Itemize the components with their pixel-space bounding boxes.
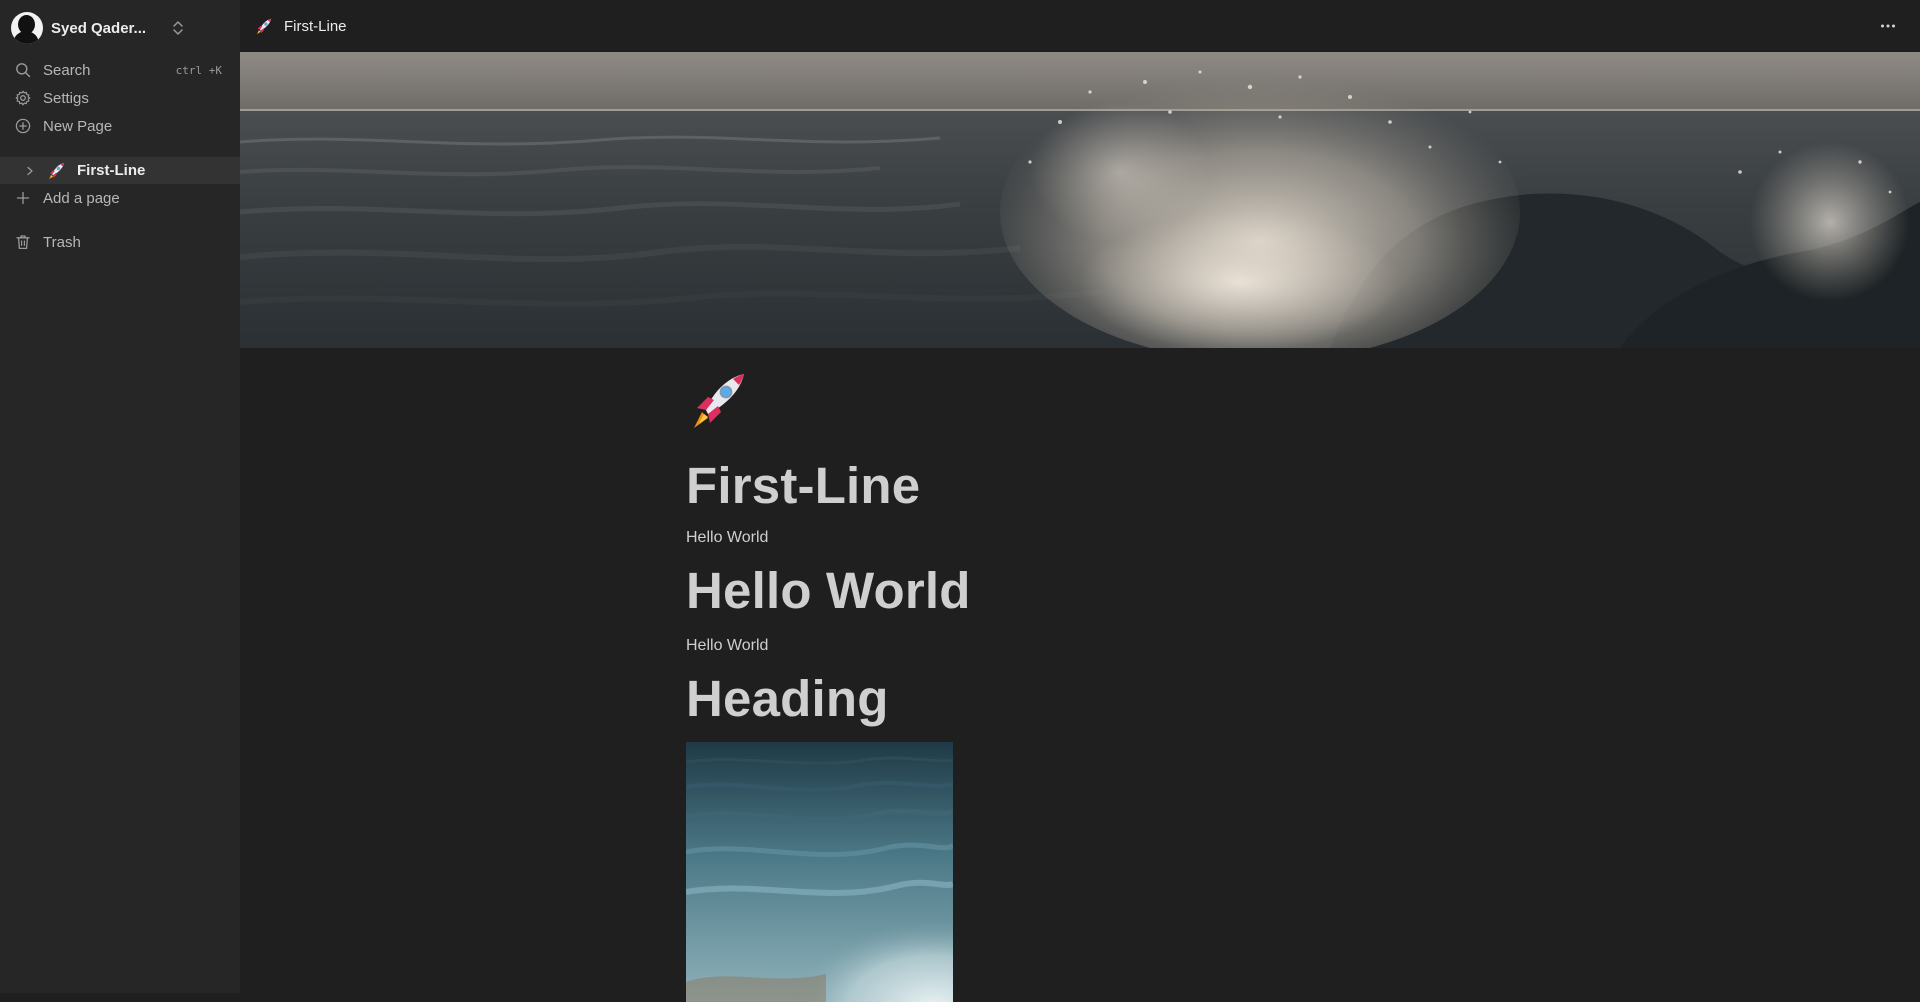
trash-icon [15,234,31,250]
sidebar-item-label: Search [43,61,91,79]
sidebar-item-add-page[interactable]: Add a page [0,185,240,211]
page-title[interactable]: First-Line [686,456,920,515]
search-icon [15,62,31,78]
gear-icon [15,90,31,106]
ellipsis-icon [1881,24,1895,28]
sidebar-item-settings[interactable]: Settigs [0,85,240,111]
paragraph-block[interactable]: Hello World [686,529,768,547]
sidebar-item-label: Settigs [43,89,89,107]
paragraph-block[interactable]: Hello World [686,637,768,655]
rocket-icon [254,17,273,36]
top-bar: First-Line [240,0,1920,52]
sidebar-page-first-line[interactable]: First-Line [0,157,240,184]
sidebar-item-label: New Page [43,117,113,135]
sidebar-item-trash[interactable]: Trash [0,229,240,255]
page-icon-rocket[interactable] [686,368,750,432]
plus-icon [15,190,31,206]
sidebar-item-new-page[interactable]: New Page [0,113,240,139]
sidebar-item-label: Add a page [43,189,120,207]
sidebar-page-label: First-Line [77,162,146,179]
rocket-icon [46,161,66,181]
rocket-icon [694,374,744,428]
workspace-name: Syed Qader... [51,19,147,37]
more-options-button[interactable] [1878,16,1898,36]
heading-block[interactable]: Heading [686,669,889,728]
sidebar: Syed Qader... Search ctrl +K Settigs New… [0,0,240,993]
plus-circle-icon [15,118,31,134]
keyboard-shortcut: ctrl +K [175,63,222,77]
document: First-Line Hello World Hello World Hello… [686,368,1486,1002]
workspace-switcher[interactable]: Syed Qader... [0,6,240,50]
heading-block[interactable]: Hello World [686,561,971,620]
chevron-right-icon[interactable] [25,166,35,176]
avatar [11,12,43,44]
breadcrumb[interactable]: First-Line [254,15,347,37]
sidebar-item-search[interactable]: Search ctrl +K [0,57,240,83]
image-block[interactable] [686,742,953,1002]
sidebar-item-label: Trash [43,233,81,251]
chevron-up-down-icon[interactable] [170,18,186,38]
cover-image[interactable] [240,52,1920,348]
breadcrumb-title: First-Line [284,17,347,35]
